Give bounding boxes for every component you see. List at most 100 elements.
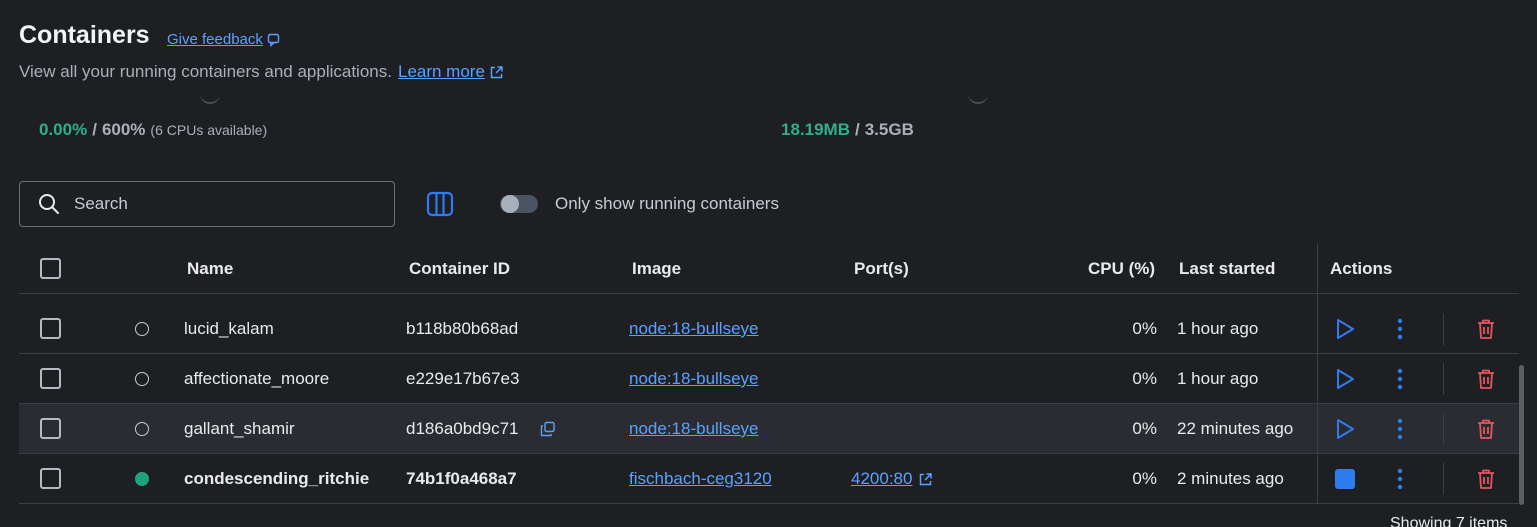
row-checkbox[interactable]: [40, 368, 61, 389]
container-id: e229e17b67e3: [406, 369, 520, 388]
stop-button[interactable]: [1333, 467, 1357, 491]
status-indicator-stopped: [135, 422, 149, 436]
container-id: 74b1f0a468a7: [406, 469, 517, 488]
cpu-value: 0%: [1132, 469, 1157, 488]
last-started: 22 minutes ago: [1177, 419, 1294, 438]
more-options-button[interactable]: [1388, 367, 1412, 391]
column-header-last-started[interactable]: Last started: [1179, 259, 1275, 279]
cpu-gauge-arc: [200, 90, 220, 104]
column-header-actions: Actions: [1330, 259, 1393, 278]
column-header-name[interactable]: Name: [187, 259, 233, 279]
kebab-menu-icon: [1397, 368, 1403, 390]
status-indicator-stopped: [135, 322, 149, 336]
more-options-button[interactable]: [1388, 467, 1412, 491]
search-input[interactable]: [74, 194, 354, 214]
container-name[interactable]: affectionate_moore: [184, 369, 329, 389]
trash-icon: [1478, 419, 1494, 439]
memory-used: 18.19MB: [781, 120, 850, 139]
cpu-value: 0%: [1132, 419, 1157, 438]
subtitle-text: View all your running containers and app…: [19, 62, 392, 81]
columns-icon: [426, 191, 454, 217]
container-name[interactable]: lucid_kalam: [184, 319, 274, 339]
container-name[interactable]: gallant_shamir: [184, 419, 295, 439]
action-divider: [1443, 363, 1444, 395]
start-button[interactable]: [1333, 417, 1357, 441]
port-label: 4200:80: [851, 469, 913, 488]
column-header-ports[interactable]: Port(s): [854, 259, 909, 279]
cpu-total: 600%: [101, 120, 146, 139]
running-only-toggle[interactable]: [500, 195, 538, 213]
item-count: Showing 7 items: [1390, 515, 1508, 527]
row-checkbox[interactable]: [40, 318, 61, 339]
column-settings-button[interactable]: [425, 189, 455, 219]
image-link[interactable]: node:18-bullseye: [629, 419, 758, 439]
more-options-button[interactable]: [1388, 417, 1412, 441]
image-link[interactable]: fischbach-ceg3120: [629, 469, 772, 489]
container-id: d186a0bd9c71: [406, 419, 519, 438]
learn-more-label: Learn more: [397, 62, 485, 81]
start-button[interactable]: [1333, 367, 1357, 391]
trash-icon: [1478, 469, 1494, 489]
learn-more-link[interactable]: Learn more: [398, 62, 504, 82]
external-link-icon: [490, 65, 503, 78]
running-only-label: Only show running containers: [555, 194, 779, 213]
image-link[interactable]: node:18-bullseye: [629, 369, 758, 389]
page-title: Containers: [19, 21, 150, 49]
cpu-used: 0.00%: [39, 120, 88, 139]
column-header-image[interactable]: Image: [632, 259, 681, 279]
give-feedback-link[interactable]: Give feedback: [167, 31, 281, 48]
select-all-checkbox[interactable]: [40, 258, 61, 279]
table-scrollbar[interactable]: [1519, 365, 1524, 505]
trash-icon: [1478, 369, 1494, 389]
last-started: 1 hour ago: [1177, 319, 1259, 338]
image-link[interactable]: node:18-bullseye: [629, 319, 758, 339]
cpu-usage-stat: 0.00% / 600% (6 CPUs available): [39, 120, 267, 140]
kebab-menu-icon: [1397, 468, 1403, 490]
row-checkbox[interactable]: [40, 418, 61, 439]
page-subtitle: View all your running containers and app…: [19, 62, 504, 82]
status-indicator-running: [135, 472, 149, 486]
feedback-icon: [267, 33, 280, 47]
table-row[interactable]: lucid_kalam b118b80b68ad node:18-bullsey…: [19, 304, 1519, 354]
delete-button[interactable]: [1474, 317, 1498, 341]
play-icon: [1337, 319, 1354, 339]
table-row[interactable]: gallant_shamir d186a0bd9c71 node:18-bull…: [19, 404, 1519, 454]
last-started: 2 minutes ago: [1177, 469, 1284, 488]
kebab-menu-icon: [1397, 318, 1403, 340]
table-row[interactable]: affectionate_moore e229e17b67e3 node:18-…: [19, 354, 1519, 404]
play-icon: [1337, 369, 1354, 389]
kebab-menu-icon: [1397, 418, 1403, 440]
stop-icon: [1335, 469, 1355, 489]
status-indicator-stopped: [135, 372, 149, 386]
memory-separator: /: [854, 120, 860, 139]
start-button[interactable]: [1333, 317, 1357, 341]
external-link-icon: [920, 472, 933, 485]
port-link[interactable]: 4200:80: [851, 469, 933, 489]
delete-button[interactable]: [1474, 467, 1498, 491]
copy-icon[interactable]: [540, 421, 556, 437]
more-options-button[interactable]: [1388, 317, 1412, 341]
cpu-separator: /: [92, 120, 97, 139]
give-feedback-label: Give feedback: [167, 31, 263, 48]
play-icon: [1337, 419, 1354, 439]
toggle-knob: [501, 195, 519, 213]
delete-button[interactable]: [1474, 417, 1498, 441]
container-id: b118b80b68ad: [406, 319, 519, 338]
delete-button[interactable]: [1474, 367, 1498, 391]
action-divider: [1443, 413, 1444, 445]
memory-total: 3.5GB: [864, 120, 914, 139]
memory-usage-stat: 18.19MB / 3.5GB: [781, 120, 914, 140]
last-started: 1 hour ago: [1177, 369, 1259, 388]
search-box[interactable]: [19, 181, 395, 227]
action-divider: [1443, 463, 1444, 495]
cpu-value: 0%: [1132, 319, 1157, 338]
action-divider: [1443, 313, 1444, 345]
search-icon: [39, 194, 59, 214]
table-row[interactable]: condescending_ritchie 74b1f0a468a7 fisch…: [19, 454, 1519, 504]
column-header-container-id[interactable]: Container ID: [409, 259, 510, 279]
container-name[interactable]: condescending_ritchie: [184, 469, 369, 489]
column-header-cpu[interactable]: CPU (%): [1088, 259, 1155, 279]
cpu-value: 0%: [1132, 369, 1157, 388]
row-checkbox[interactable]: [40, 468, 61, 489]
memory-gauge-arc: [968, 90, 988, 104]
